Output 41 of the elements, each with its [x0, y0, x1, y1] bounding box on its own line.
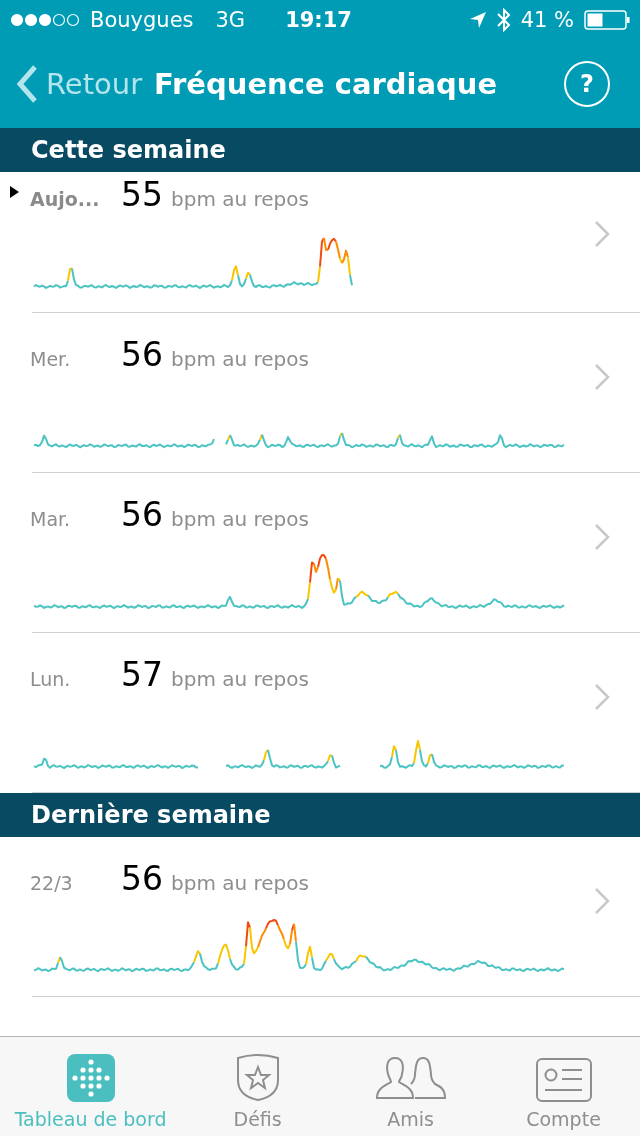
chevron-icon[interactable] — [594, 523, 610, 551]
day-label[interactable]: Lun. — [30, 668, 121, 690]
dots-icon — [66, 1054, 115, 1102]
bpm-unit: bpm au repos — [171, 507, 309, 531]
bpm-value: 56 — [121, 335, 163, 374]
bpm-unit: bpm au repos — [171, 667, 309, 691]
tab[interactable]: Amis — [334, 1037, 488, 1136]
bpm-unit: bpm au repos — [171, 187, 309, 211]
location-icon — [468, 11, 487, 29]
bluetooth-icon — [496, 8, 511, 32]
tab[interactable]: Défis — [181, 1037, 335, 1136]
battery-icon — [584, 10, 630, 30]
page-title: Fréquence cardiaque — [154, 67, 499, 101]
bpm-value: 56 — [121, 495, 163, 534]
day-label[interactable]: Mar. — [30, 508, 121, 530]
bpm-value: 57 — [121, 655, 163, 694]
network-type: 3G — [215, 8, 246, 32]
bpm-value: 56 — [121, 859, 163, 898]
day-label[interactable]: Aujo... — [30, 188, 121, 210]
tab[interactable]: Tableau de bord — [0, 1037, 182, 1136]
section-header: Dernière semaine — [0, 793, 640, 837]
bpm-unit: bpm au repos — [171, 871, 309, 895]
day-label[interactable]: Mer. — [30, 348, 121, 370]
chevron-icon[interactable] — [594, 220, 610, 248]
help-button[interactable]: ? — [564, 61, 610, 107]
chevron-icon[interactable] — [594, 363, 610, 391]
day-label[interactable]: 22/3 — [30, 872, 121, 894]
back-icon — [16, 64, 38, 104]
tab[interactable]: Compte — [487, 1037, 640, 1136]
chevron-icon[interactable] — [594, 887, 610, 915]
signal-icon — [10, 13, 80, 27]
battery-percent: 41 % — [520, 8, 574, 32]
people-icon — [374, 1054, 447, 1102]
back-button[interactable]: Retour — [16, 64, 143, 104]
clock: 19:17 — [285, 8, 353, 32]
chevron-icon[interactable] — [594, 683, 610, 711]
bpm-unit: bpm au repos — [171, 347, 309, 371]
carrier-name: Bouygues — [90, 8, 194, 32]
section-header: Cette semaine — [0, 128, 640, 172]
id-card-icon — [535, 1058, 592, 1102]
bpm-value: 55 — [121, 175, 163, 214]
